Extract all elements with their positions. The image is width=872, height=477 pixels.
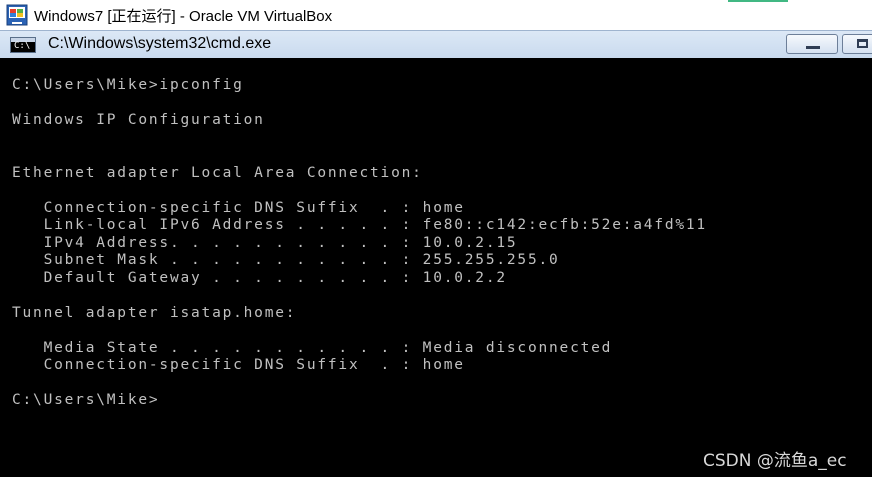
- virtualbox-window-title: Windows7 [正在运行] - Oracle VM VirtualBox: [34, 8, 333, 25]
- console-line-gateway: Default Gateway . . . . . . . . . : 10.0…: [12, 270, 507, 286]
- watermark: CSDN @流鱼a_ec: [703, 451, 847, 471]
- console-line-prompt-ipconfig: C:\Users\Mike>ipconfig: [12, 77, 244, 93]
- cmd-icon[interactable]: C:\: [10, 37, 36, 53]
- cmd-window-title: C:\Windows\system32\cmd.exe: [48, 35, 272, 52]
- cmd-icon-glyph: C:\: [14, 41, 31, 51]
- console-line-ethernet-adapter: Ethernet adapter Local Area Connection:: [12, 165, 423, 181]
- console-line-ipv6: Link-local IPv6 Address . . . . . : fe80…: [12, 217, 707, 233]
- console-line-tunnel-dns-suffix: Connection-specific DNS Suffix . : home: [12, 357, 465, 373]
- titlebar-accent-strip: [728, 0, 788, 2]
- console-output[interactable]: C:\Users\Mike>ipconfig Windows IP Config…: [0, 58, 872, 477]
- console-line-ipv4: IPv4 Address. . . . . . . . . . . : 10.0…: [12, 235, 518, 251]
- console-line-prompt: C:\Users\Mike>: [12, 392, 160, 408]
- maximize-button[interactable]: [842, 34, 872, 54]
- console-line-tunnel-adapter: Tunnel adapter isatap.home:: [12, 305, 297, 321]
- console-line-heading: Windows IP Configuration: [12, 112, 265, 128]
- console-line-dns-suffix: Connection-specific DNS Suffix . : home: [12, 200, 465, 216]
- virtualbox-app-icon[interactable]: [6, 4, 28, 26]
- console-line-subnet-mask: Subnet Mask . . . . . . . . . . . : 255.…: [12, 252, 560, 268]
- minimize-button[interactable]: [786, 34, 838, 54]
- cmd-titlebar[interactable]: C:\ C:\Windows\system32\cmd.exe: [0, 30, 872, 58]
- virtualbox-titlebar: Windows7 [正在运行] - Oracle VM VirtualBox: [0, 0, 872, 30]
- console-line-media-state: Media State . . . . . . . . . . . : Medi…: [12, 340, 613, 356]
